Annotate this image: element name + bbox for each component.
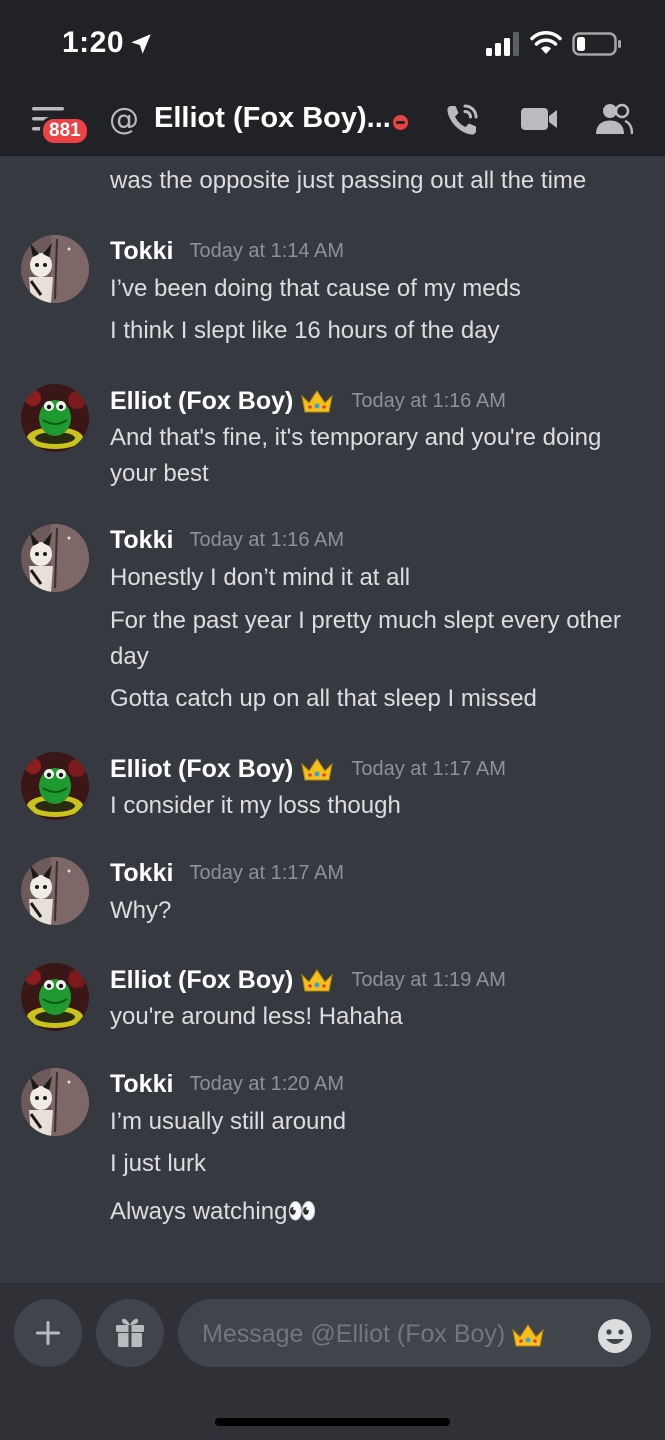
crown-icon [512,1324,544,1347]
emoji-icon[interactable] [596,1317,634,1355]
message-line[interactable]: Gotta catch up on all that sleep I misse… [110,681,650,717]
message-header: Tokki Today at 1:17 AM [110,859,344,888]
message-line[interactable]: For the past year I pretty much slept ev… [110,603,650,675]
author-name[interactable]: Tokki [110,859,173,888]
message-line[interactable]: you're around less! Hahaha [110,999,650,1035]
wifi-icon [530,31,562,54]
author-name[interactable]: Elliot (Fox Boy) [110,966,293,995]
message-header: Tokki Today at 1:20 AM [110,1070,344,1099]
message-header: Elliot (Fox Boy) Today at 1:17 AM [110,754,506,784]
status-time: 1:20 [62,26,125,59]
avatar-tokki[interactable] [21,857,89,925]
message-line[interactable]: I think I slept like 16 hours of the day [110,313,650,349]
message-line[interactable]: I’ve been doing that cause of my meds [110,271,650,307]
avatar-elliot[interactable] [21,963,89,1031]
timestamp: Today at 1:16 AM [351,389,506,412]
message-line[interactable]: I just lurk [110,1146,650,1182]
members-icon[interactable] [595,102,633,136]
message-input-placeholder: Message @Elliot (Fox Boy) [202,1320,506,1348]
timestamp: Today at 1:19 AM [351,968,506,991]
dm-header: 881 @ Elliot (Fox Boy)... [0,92,665,156]
author-name[interactable]: Tokki [110,526,173,555]
avatar-tokki[interactable] [21,1068,89,1136]
crown-icon [301,758,334,781]
home-indicator [215,1418,450,1426]
timestamp: Today at 1:16 AM [189,529,344,551]
gift-button[interactable] [96,1299,164,1367]
message-composer: Message @Elliot (Fox Boy) [0,1283,665,1440]
crown-icon [301,969,334,992]
message-line[interactable]: Always watching👀 [110,1194,650,1230]
dm-title[interactable]: Elliot (Fox Boy)... [154,102,391,135]
timestamp: Today at 1:20 AM [189,1073,344,1095]
message-header: Elliot (Fox Boy) Today at 1:19 AM [110,965,506,995]
avatar-tokki[interactable] [21,524,89,592]
status-bar: 1:20 [0,0,665,92]
author-name[interactable]: Tokki [110,237,173,266]
timestamp: Today at 1:17 AM [189,862,344,884]
message-line-partial: was the opposite just passing out all th… [110,167,587,194]
gift-icon [116,1318,144,1347]
author-name[interactable]: Elliot (Fox Boy) [110,755,293,784]
message-header: Elliot (Fox Boy) Today at 1:16 AM [110,386,506,416]
avatar-tokki[interactable] [21,235,89,303]
message-header: Tokki Today at 1:16 AM [110,526,344,555]
message-line[interactable]: Honestly I don’t mind it at all [110,560,650,596]
crown-icon [301,390,334,413]
unread-badge: 881 [40,116,90,146]
location-arrow-icon [131,34,151,54]
avatar-elliot[interactable] [21,752,89,820]
timestamp: Today at 1:14 AM [189,240,344,262]
attach-button[interactable] [14,1299,82,1367]
message-header: Tokki Today at 1:14 AM [110,237,344,266]
avatar-elliot[interactable] [21,384,89,452]
author-name[interactable]: Elliot (Fox Boy) [110,387,293,416]
message-list[interactable]: was the opposite just passing out all th… [0,157,665,1283]
message-line[interactable]: I consider it my loss though [110,788,650,824]
at-icon: @ [109,102,139,137]
message-line[interactable]: And that's fine, it's temporary and you'… [110,420,650,492]
message-line[interactable]: Why? [110,893,650,929]
author-name[interactable]: Tokki [110,1070,173,1099]
battery-icon [572,32,621,56]
plus-icon [36,1321,60,1345]
timestamp: Today at 1:17 AM [351,757,506,780]
message-line[interactable]: I’m usually still around [110,1104,650,1140]
signal-icon [486,32,519,56]
dnd-status-icon [393,115,408,130]
video-icon[interactable] [520,104,558,134]
call-icon[interactable] [442,100,482,140]
